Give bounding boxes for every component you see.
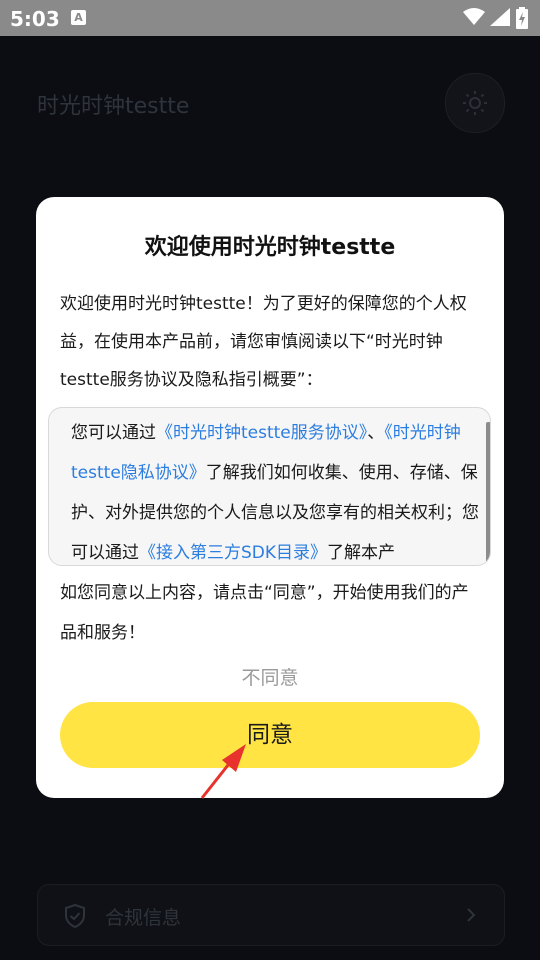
status-bar: 5:03 A (0, 0, 540, 36)
compliance-label: 合规信息 (105, 907, 182, 929)
app-title: 时光时钟testte (37, 94, 190, 119)
dialog-intro-text: 欢迎使用时光时钟testte！为了更好的保障您的个人权益，在使用本产品前，请您审… (60, 294, 467, 390)
compliance-info-row[interactable]: 合规信息 (37, 884, 505, 946)
theme-toggle-button[interactable] (445, 73, 505, 133)
wifi-icon (463, 8, 485, 25)
dialog-outro-text: 如您同意以上内容，请点击“同意”，开始使用我们的产品和服务！ (60, 583, 469, 643)
shield-check-icon (65, 904, 85, 928)
chevron-right-icon (467, 908, 476, 922)
dialog-title: 欢迎使用时光时钟testte (144, 235, 396, 260)
agree-button[interactable]: 同意 (60, 702, 480, 768)
battery-charging-icon (516, 7, 528, 29)
agreement-scroll-box[interactable]: 您可以通过《时光时钟testte服务协议》、《时光时钟testte隐私协议》了解… (48, 407, 491, 566)
disagree-button[interactable]: 不同意 (36, 663, 504, 690)
privacy-dialog: 欢迎使用时光时钟testte 欢迎使用时光时钟testte！为了更好的保障您的个… (36, 197, 504, 798)
notification-a-icon: A (71, 10, 86, 25)
agreement-text: 您可以通过《时光时钟testte服务协议》、《时光时钟testte隐私协议》了解… (71, 413, 485, 565)
sun-icon (463, 91, 487, 115)
agreement-text-part: 您可以通过 (71, 423, 156, 443)
signal-icon (490, 8, 510, 26)
service-agreement-link[interactable]: 《时光时钟testte服务协议》 (156, 423, 367, 443)
agreement-text-part: 、 (367, 423, 385, 443)
agreement-text-part: 了解本产 (327, 543, 396, 563)
annotation-arrow-icon (200, 744, 246, 799)
third-party-sdk-link[interactable]: 《接入第三方SDK目录》 (139, 543, 327, 563)
scrollbar[interactable] (486, 422, 490, 564)
status-time: 5:03 (10, 7, 60, 31)
